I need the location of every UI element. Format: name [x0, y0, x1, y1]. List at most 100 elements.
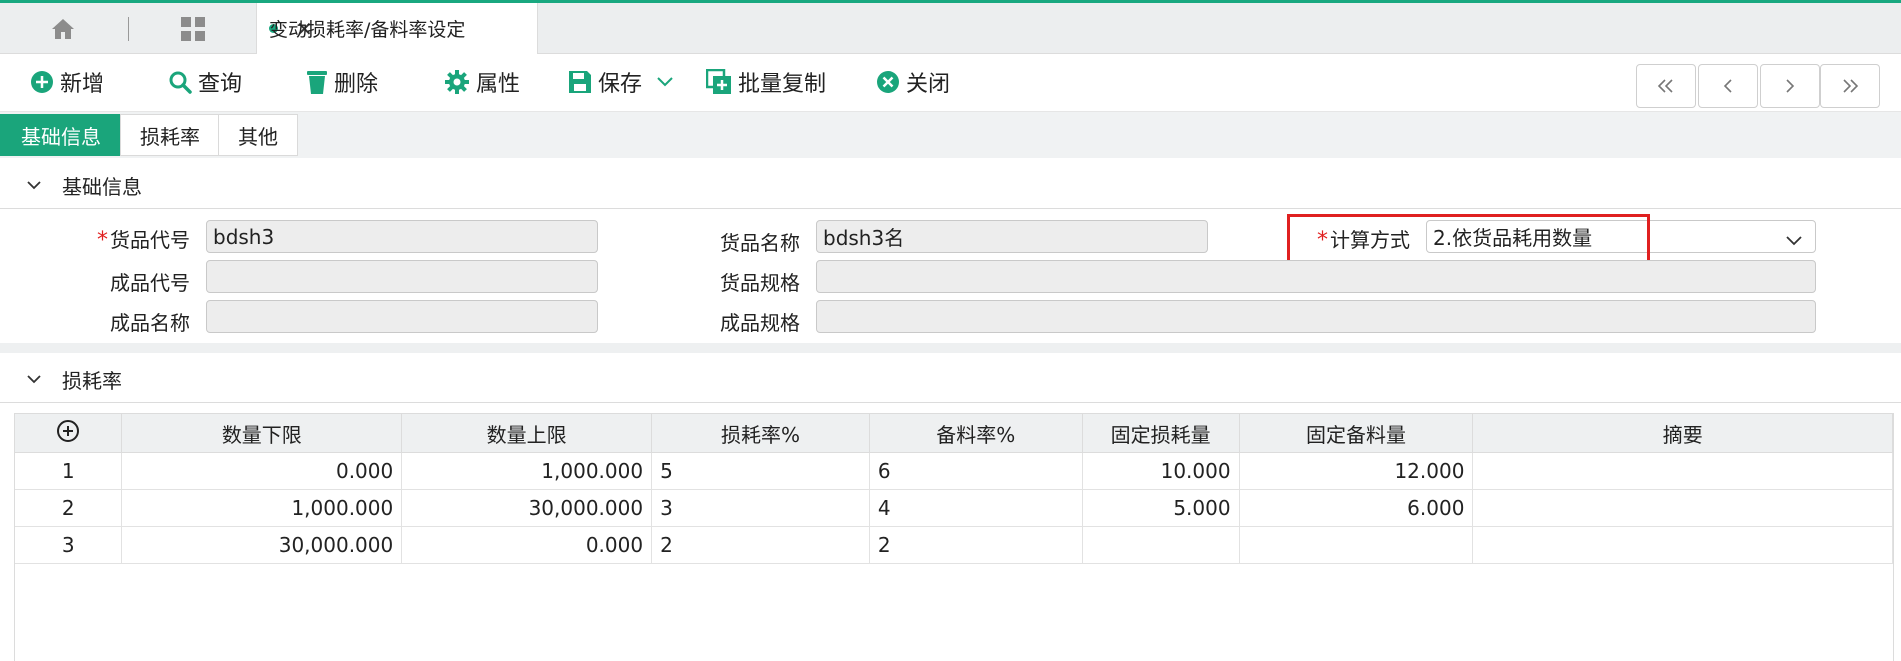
tab-other[interactable]: 其他	[218, 114, 298, 156]
cell-qty-max[interactable]: 30,000.000	[401, 489, 653, 527]
properties-label: 属性	[476, 72, 521, 97]
row-index: 2	[15, 489, 123, 527]
product-name-label: 成品名称	[110, 311, 190, 335]
cell-fixed-loss[interactable]: 5.000	[1082, 489, 1240, 527]
trash-icon	[307, 71, 327, 94]
section-title: 基础信息	[62, 174, 142, 199]
product-code-label: 成品代号	[110, 271, 190, 295]
product-name-field[interactable]	[206, 300, 598, 333]
section-title: 损耗率	[62, 368, 122, 393]
product-spec-label: 成品规格	[720, 311, 800, 335]
calc-method-label: * 计算方式	[1317, 228, 1410, 253]
search-icon	[169, 71, 192, 94]
save-dropdown-button[interactable]	[656, 66, 680, 98]
product-code-field[interactable]	[206, 260, 598, 293]
column-header[interactable]: 固定备料量	[1239, 414, 1474, 453]
column-header[interactable]: 摘要	[1472, 414, 1893, 453]
add-label: 新增	[60, 72, 105, 97]
last-record-button[interactable]	[1820, 64, 1880, 108]
cell-qty-min[interactable]: 0.000	[121, 452, 403, 490]
column-header[interactable]: 备料率%	[869, 414, 1083, 453]
batch-copy-button[interactable]: 批量复制	[706, 66, 826, 98]
row-index: 3	[15, 526, 123, 564]
close-label: 关闭	[906, 72, 951, 97]
chevron-right-icon	[1786, 79, 1795, 93]
save-button[interactable]: 保存	[568, 66, 642, 98]
add-button[interactable]: 新增	[30, 66, 104, 98]
cell-fixed-prep[interactable]	[1239, 526, 1474, 564]
first-record-button[interactable]	[1636, 64, 1696, 108]
batch-copy-label: 批量复制	[738, 72, 827, 97]
cell-prep-rate[interactable]: 6	[869, 452, 1083, 490]
chevron-down-icon	[26, 180, 42, 190]
calc-method-select[interactable]: 2.依货品耗用数量	[1426, 220, 1816, 253]
tab-loss-rate[interactable]: 损耗率	[120, 114, 220, 156]
section-basic-info-header[interactable]: 基础信息	[0, 162, 1901, 209]
cell-note[interactable]	[1472, 452, 1893, 490]
column-header[interactable]: 固定损耗量	[1082, 414, 1240, 453]
home-icon[interactable]	[48, 15, 78, 43]
cell-prep-rate[interactable]: 4	[869, 489, 1083, 527]
goods-code-label: * 货品代号	[97, 228, 190, 253]
goods-name-label: 货品名称	[720, 231, 800, 255]
cell-qty-min[interactable]: 30,000.000	[121, 526, 403, 564]
cell-loss-rate[interactable]: 3	[651, 489, 870, 527]
prev-record-button[interactable]	[1698, 64, 1758, 108]
gear-icon	[445, 70, 469, 94]
cell-qty-max[interactable]: 1,000.000	[401, 452, 653, 490]
delete-button[interactable]: 删除	[306, 66, 378, 98]
table-header-row: 数量下限 数量上限 损耗率% 备料率% 固定损耗量 固定备料量 摘要	[15, 414, 1893, 453]
tab-separator	[128, 17, 129, 41]
sub-tab-bar: 基础信息 损耗率 其他	[0, 112, 1901, 158]
column-header[interactable]: 数量下限	[121, 414, 403, 453]
cell-fixed-loss[interactable]: 10.000	[1082, 452, 1240, 490]
query-label: 查询	[198, 72, 243, 97]
table-row[interactable]: 3 30,000.000 0.000 2 2	[15, 526, 1893, 564]
cell-fixed-prep[interactable]: 12.000	[1239, 452, 1474, 490]
cell-note[interactable]	[1472, 526, 1893, 564]
cell-qty-min[interactable]: 1,000.000	[121, 489, 403, 527]
column-header[interactable]: 损耗率%	[651, 414, 870, 453]
cell-loss-rate[interactable]: 5	[651, 452, 870, 490]
row-index: 1	[15, 452, 123, 490]
next-record-button[interactable]	[1760, 64, 1820, 108]
double-chevron-right-icon	[1843, 79, 1859, 93]
chevron-down-icon	[26, 374, 42, 384]
cell-qty-max[interactable]: 0.000	[401, 526, 653, 564]
cell-note[interactable]	[1472, 489, 1893, 527]
copy-icon	[706, 69, 731, 94]
table-row[interactable]: 2 1,000.000 30,000.000 3 4 5.000 6.000	[15, 489, 1893, 527]
chevron-down-icon	[657, 77, 673, 87]
toolbar: 新增 查询 删除 属性 保存 批量复制 关闭	[0, 54, 1901, 112]
add-row-button[interactable]	[15, 414, 123, 453]
column-header[interactable]: 数量上限	[401, 414, 653, 453]
save-label: 保存	[598, 72, 643, 97]
goods-name-field[interactable]: bdsh3名	[816, 220, 1208, 253]
delete-label: 删除	[334, 72, 379, 97]
query-button[interactable]: 查询	[168, 66, 242, 98]
section-loss-rate-header[interactable]: 损耗率	[0, 356, 1901, 403]
plus-circle-icon	[57, 419, 80, 442]
goods-spec-field[interactable]	[816, 260, 1816, 293]
loss-rate-table: 数量下限 数量上限 损耗率% 备料率% 固定损耗量 固定备料量 摘要 1 0.0…	[14, 413, 1894, 661]
grid-menu-icon[interactable]	[178, 15, 208, 43]
tab-basic-info[interactable]: 基础信息	[0, 114, 122, 156]
tab-bar: 变动损耗率/备料率设定 ✕	[0, 3, 1901, 54]
plus-circle-icon	[31, 71, 53, 93]
tab-title: 变动损耗率/备料率设定	[269, 19, 466, 41]
product-spec-field[interactable]	[816, 300, 1816, 333]
tab-loss-rate-setting[interactable]: 变动损耗率/备料率设定 ✕	[256, 3, 538, 54]
cell-fixed-loss[interactable]	[1082, 526, 1240, 564]
section-divider	[0, 343, 1901, 353]
chevron-down-icon	[1785, 228, 1803, 252]
goods-code-field[interactable]: bdsh3	[206, 220, 598, 253]
close-circle-icon	[877, 71, 899, 93]
cell-fixed-prep[interactable]: 6.000	[1239, 489, 1474, 527]
close-button[interactable]: 关闭	[876, 66, 950, 98]
cell-prep-rate[interactable]: 2	[869, 526, 1083, 564]
properties-button[interactable]: 属性	[444, 66, 520, 98]
cell-loss-rate[interactable]: 2	[651, 526, 870, 564]
table-row[interactable]: 1 0.000 1,000.000 5 6 10.000 12.000	[15, 452, 1893, 490]
calc-method-value: 2.依货品耗用数量	[1433, 226, 1593, 250]
save-icon	[569, 71, 591, 93]
